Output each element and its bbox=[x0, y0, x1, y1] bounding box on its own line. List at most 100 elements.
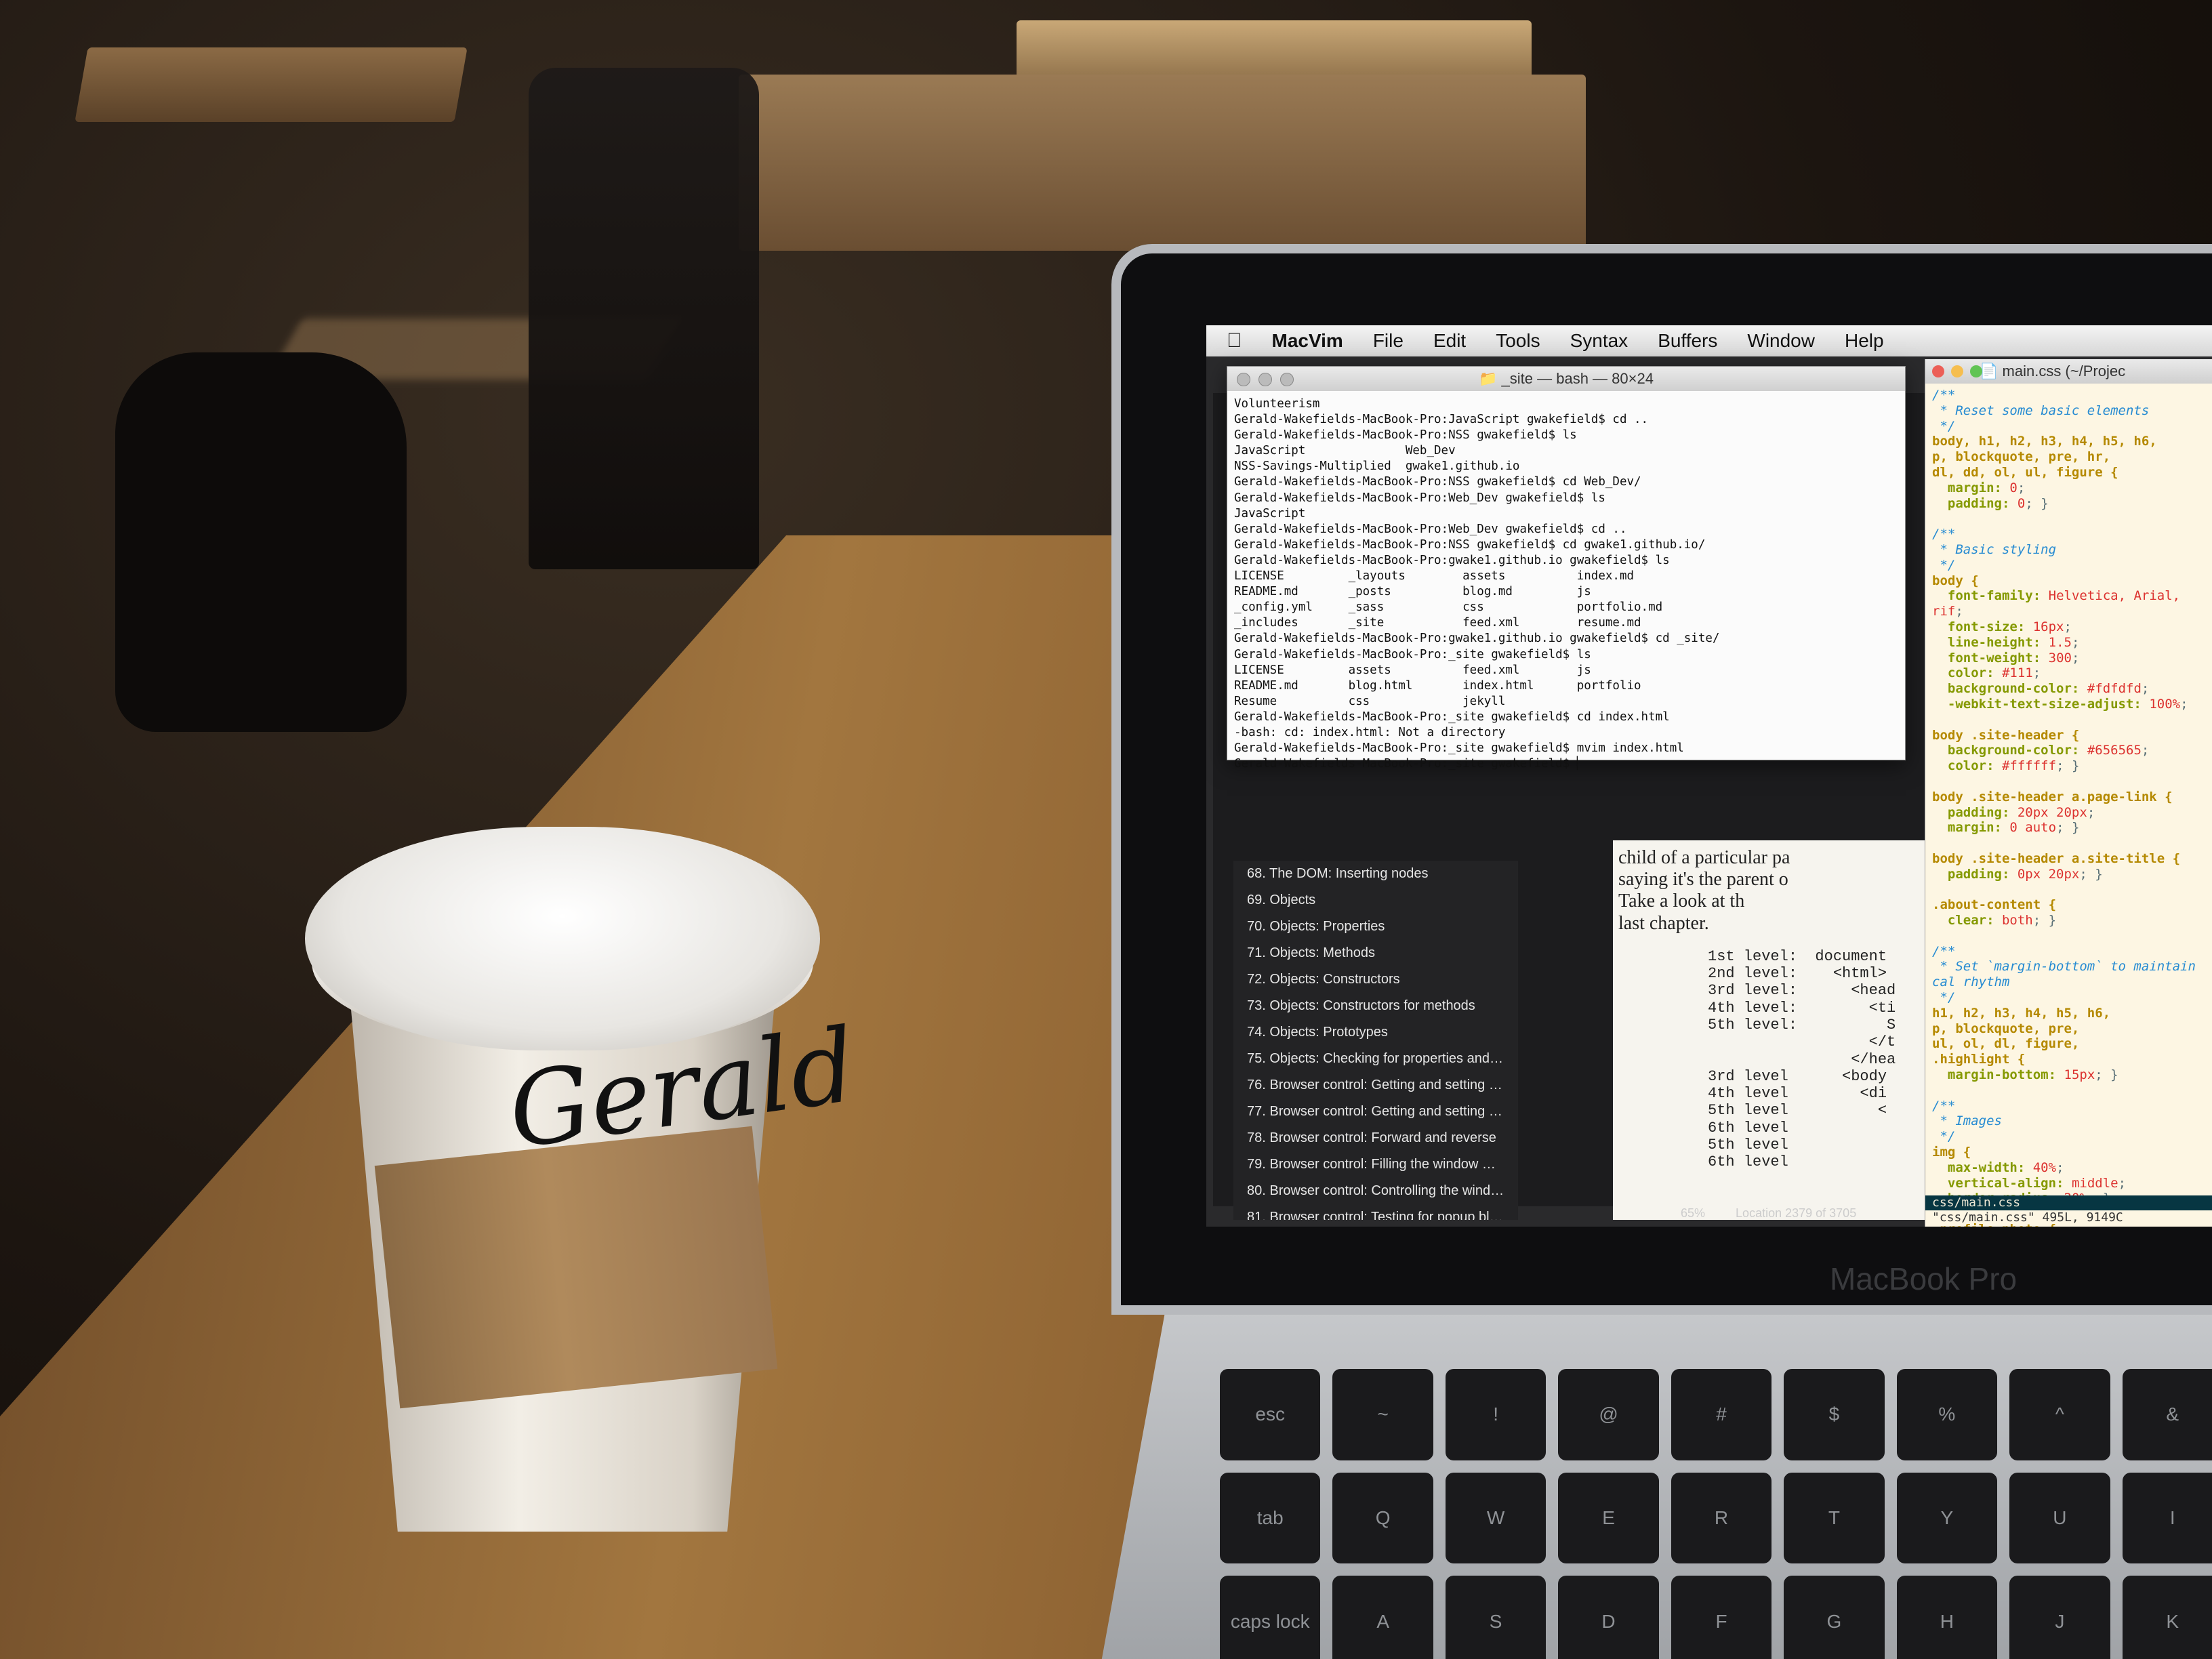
toc-item[interactable]: 75. Objects: Checking for properties and… bbox=[1233, 1046, 1518, 1072]
backpack bbox=[115, 352, 407, 732]
toc-item[interactable]: 80. Browser control: Controlling the win… bbox=[1233, 1178, 1518, 1204]
keyboard-key[interactable]: D bbox=[1558, 1576, 1659, 1659]
terminal-line: Gerald-Wakefields-MacBook-Pro:_site gwak… bbox=[1234, 741, 1684, 756]
terminal-window[interactable]: 📁 _site — bash — 80×24 Volunteerism Geral… bbox=[1227, 366, 1906, 771]
terminal-output[interactable]: Volunteerism Gerald-Wakefields-MacBook-Pr… bbox=[1227, 391, 1905, 777]
terminal-line: Gerald-Wakefields-MacBook-Pro:NSS gwakef… bbox=[1234, 537, 1706, 552]
keyboard-key[interactable]: H bbox=[1896, 1576, 1998, 1659]
cup-sleeve bbox=[374, 1126, 778, 1409]
page-prose: child of a particular pa saying it's the … bbox=[1613, 840, 1952, 941]
reader-percent: 65% bbox=[1681, 1206, 1706, 1220]
window-controls bbox=[1237, 373, 1294, 386]
toc-item[interactable]: 71. Objects: Methods bbox=[1233, 940, 1518, 966]
toc-item[interactable]: 69. Objects bbox=[1233, 887, 1518, 914]
keyboard-key[interactable]: ^ bbox=[2009, 1369, 2110, 1460]
menu-app-name[interactable]: MacVim bbox=[1272, 330, 1343, 352]
keyboard-key[interactable]: % bbox=[1896, 1369, 1998, 1460]
reader-status: 65% Location 2379 of 3705 bbox=[1681, 1206, 1883, 1221]
page-text-line: Take a look at th bbox=[1618, 890, 1745, 912]
cup-lid bbox=[305, 827, 820, 1050]
keyboard-key[interactable]: & bbox=[2122, 1369, 2212, 1460]
menu-item-file[interactable]: File bbox=[1373, 330, 1404, 352]
close-icon[interactable] bbox=[1932, 365, 1944, 377]
code-line: 4th level: <ti bbox=[1708, 999, 1896, 1017]
menu-item-buffers[interactable]: Buffers bbox=[1658, 330, 1717, 352]
keyboard-key[interactable]: F bbox=[1671, 1576, 1772, 1659]
keyboard: esc ~! @ # $% ^ & tab Q W E R T Y U Icaps lock A S D F G H J K bbox=[1220, 1369, 2212, 1659]
toc-item[interactable]: 68. The DOM: Inserting nodes bbox=[1233, 861, 1518, 887]
keyboard-key[interactable]: R bbox=[1671, 1472, 1772, 1564]
terminal-line: Gerald-Wakefields-MacBook-Pro:Web_Dev gw… bbox=[1234, 522, 1627, 536]
keyboard-key[interactable]: @ bbox=[1558, 1369, 1659, 1460]
code-line: 5th level bbox=[1708, 1136, 1788, 1154]
toc-item[interactable]: 72. Objects: Constructors bbox=[1233, 966, 1518, 993]
keyboard-key[interactable]: ! bbox=[1445, 1369, 1547, 1460]
keyboard-key[interactable]: caps lock bbox=[1220, 1576, 1321, 1659]
page-text-line: last chapter. bbox=[1618, 912, 1709, 934]
macvim-window[interactable]: 📄 main.css (~/Projec /** * Reset some ba… bbox=[1925, 359, 2212, 1227]
vim-title: main.css (~/Projec bbox=[2002, 363, 2126, 380]
terminal-titlebar[interactable]: 📁 _site — bash — 80×24 bbox=[1227, 367, 1905, 391]
page-text-line: saying it's the parent o bbox=[1618, 869, 1788, 890]
terminal-line: -bash: cd: index.html: Not a directory bbox=[1234, 725, 1506, 739]
keyboard-key[interactable]: esc bbox=[1220, 1369, 1321, 1460]
keyboard-key[interactable]: U bbox=[2009, 1472, 2110, 1564]
keyboard-key[interactable]: $ bbox=[1784, 1369, 1885, 1460]
keyboard-key[interactable]: J bbox=[2009, 1576, 2110, 1659]
toc-item[interactable]: 81. Browser control: Testing for popup b… bbox=[1233, 1204, 1518, 1220]
keyboard-key[interactable]: tab bbox=[1220, 1472, 1321, 1564]
keyboard-key[interactable]: Y bbox=[1896, 1472, 1998, 1564]
menu-item-edit[interactable]: Edit bbox=[1433, 330, 1466, 352]
minimize-icon[interactable] bbox=[1258, 373, 1272, 386]
code-line: </t bbox=[1708, 1033, 1896, 1051]
keyboard-key[interactable]: A bbox=[1332, 1576, 1433, 1659]
terminal-line: Gerald-Wakefields-MacBook-Pro:_site gwak… bbox=[1234, 710, 1670, 724]
background-table-far bbox=[75, 47, 468, 122]
zoom-icon[interactable] bbox=[1970, 365, 1982, 377]
terminal-line: JavaScript bbox=[1234, 506, 1306, 520]
keyboard-key[interactable]: I bbox=[2122, 1472, 2212, 1564]
menu-item-syntax[interactable]: Syntax bbox=[1570, 330, 1629, 352]
zoom-icon[interactable] bbox=[1280, 373, 1294, 386]
keyboard-key[interactable]: T bbox=[1784, 1472, 1885, 1564]
toc-item[interactable]: 73. Objects: Constructors for methods bbox=[1233, 993, 1518, 1019]
toc-item[interactable]: 78. Browser control: Forward and reverse bbox=[1233, 1125, 1518, 1151]
keyboard-key[interactable]: Q bbox=[1332, 1472, 1433, 1564]
menu-item-tools[interactable]: Tools bbox=[1496, 330, 1540, 352]
toc-item[interactable]: 70. Objects: Properties bbox=[1233, 914, 1518, 940]
toc-item[interactable]: 79. Browser control: Filling the window … bbox=[1233, 1151, 1518, 1178]
terminal-line: Gerald-Wakefields-MacBook-Pro:NSS gwakef… bbox=[1234, 428, 1577, 443]
menu-item-window[interactable]: Window bbox=[1747, 330, 1815, 352]
toc-item[interactable]: 76. Browser control: Getting and setting… bbox=[1233, 1072, 1518, 1099]
code-line: 1st level: document bbox=[1708, 947, 1887, 965]
keyboard-key[interactable]: E bbox=[1558, 1472, 1659, 1564]
vim-cmdline[interactable]: "css/main.css" 495L, 9149C bbox=[1925, 1210, 2212, 1227]
reader-location: Location 2379 of 3705 bbox=[1736, 1206, 1857, 1220]
terminal-line: _config.yml _sass css portfolio.md bbox=[1234, 600, 1663, 615]
keyboard-key[interactable]: # bbox=[1671, 1369, 1772, 1460]
background-table-mid bbox=[739, 75, 1586, 251]
terminal-line: NSS-Savings-Multiplied gwake1.github.io bbox=[1234, 459, 1520, 474]
code-line: 5th level: S bbox=[1708, 1016, 1896, 1033]
vim-statusline: css/main.css bbox=[1925, 1195, 2212, 1210]
vim-buffer[interactable]: /** * Reset some basic elements */ body,… bbox=[1925, 384, 2212, 1227]
terminal-line: Gerald-Wakefields-MacBook-Pro:JavaScript… bbox=[1234, 413, 1649, 427]
folder-icon: 📁 bbox=[1479, 370, 1502, 387]
ebook-page: child of a particular pa saying it's the … bbox=[1613, 840, 1952, 1220]
keyboard-key[interactable]: W bbox=[1445, 1472, 1547, 1564]
menu-item-help[interactable]: Help bbox=[1845, 330, 1884, 352]
keyboard-key[interactable]: S bbox=[1445, 1576, 1547, 1659]
toc-item[interactable]: 74. Objects: Prototypes bbox=[1233, 1019, 1518, 1046]
close-icon[interactable] bbox=[1237, 373, 1250, 386]
table-of-contents[interactable]: 68. The DOM: Inserting nodes 69. Objects 7… bbox=[1233, 861, 1518, 1220]
keyboard-key[interactable]: G bbox=[1784, 1576, 1885, 1659]
keyboard-key[interactable]: ~ bbox=[1332, 1369, 1433, 1460]
keyboard-key[interactable]: K bbox=[2122, 1576, 2212, 1659]
apple-icon[interactable]:  bbox=[1227, 329, 1242, 352]
terminal-line: _includes _site feed.xml resume.md bbox=[1234, 616, 1641, 630]
minimize-icon[interactable] bbox=[1951, 365, 1963, 377]
terminal-line: README.md _posts blog.md js bbox=[1234, 585, 1591, 599]
toc-item[interactable]: 77. Browser control: Getting and setting… bbox=[1233, 1099, 1518, 1125]
terminal-line: Gerald-Wakefields-MacBook-Pro:gwake1.git… bbox=[1234, 553, 1670, 567]
terminal-line: Gerald-Wakefields-MacBook-Pro:Web_Dev gw… bbox=[1234, 491, 1605, 505]
